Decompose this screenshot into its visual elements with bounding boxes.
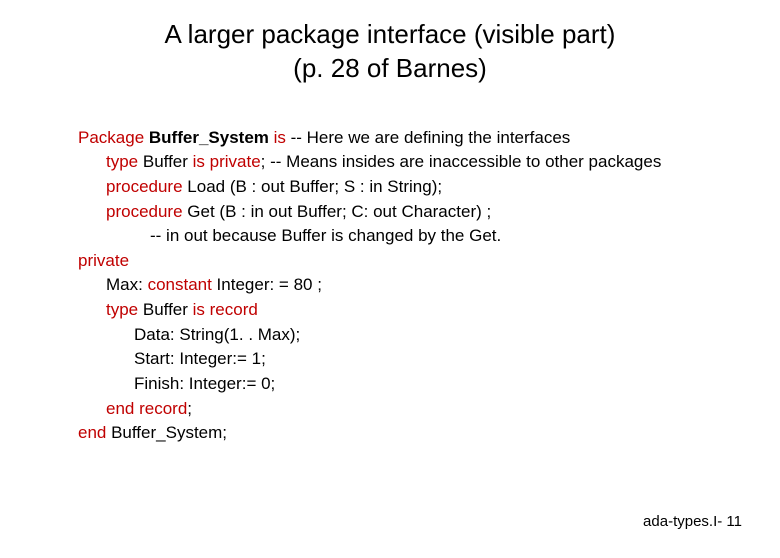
code-line-11: Finish: Integer:= 0; <box>78 372 720 397</box>
code-line-3: procedure Load (B : out Buffer; S : in S… <box>78 175 720 200</box>
code-line-10: Start: Integer:= 1; <box>78 347 720 372</box>
code-line-2: type Buffer is private; -- Means insides… <box>78 150 720 175</box>
keyword-procedure: procedure <box>106 177 183 196</box>
text: Start: Integer:= 1; <box>134 349 266 368</box>
keyword-procedure: procedure <box>106 202 183 221</box>
text: Get (B : in out Buffer; C: out Character… <box>183 202 492 221</box>
code-line-6: private <box>78 249 720 274</box>
code-block: Package Buffer_System is -- Here we are … <box>78 126 720 446</box>
comment-1: -- Here we are defining the interfaces <box>286 128 570 147</box>
code-line-7: Max: constant Integer: = 80 ; <box>78 273 720 298</box>
code-line-8: type Buffer is record <box>78 298 720 323</box>
code-line-4: procedure Get (B : in out Buffer; C: out… <box>78 200 720 225</box>
comment-3: -- in out because Buffer is changed by t… <box>150 226 501 245</box>
keyword-package: Package <box>78 128 144 147</box>
code-line-13: end Buffer_System; <box>78 421 720 446</box>
keyword-constant: constant <box>148 275 212 294</box>
text: ; <box>187 399 192 418</box>
text: Buffer <box>138 152 193 171</box>
comment-2: ; -- Means insides are inaccessible to o… <box>261 152 662 171</box>
code-line-12: end record; <box>78 397 720 422</box>
code-line-1: Package Buffer_System is -- Here we are … <box>78 126 720 151</box>
keyword-is-private: is private <box>193 152 261 171</box>
text: Integer: = 80 ; <box>212 275 322 294</box>
text: Finish: Integer:= 0; <box>134 374 275 393</box>
slide-title: A larger package interface (visible part… <box>0 18 780 86</box>
title-line-2: (p. 28 of Barnes) <box>0 52 780 86</box>
code-line-5: -- in out because Buffer is changed by t… <box>78 224 720 249</box>
keyword-type: type <box>106 152 138 171</box>
keyword-is-record: is record <box>193 300 258 319</box>
text: Load (B : out Buffer; S : in String); <box>183 177 443 196</box>
identifier-buffer-system: Buffer_System <box>144 128 273 147</box>
title-line-1: A larger package interface (visible part… <box>0 18 780 52</box>
keyword-end-record: end record <box>106 399 187 418</box>
code-line-9: Data: String(1. . Max); <box>78 323 720 348</box>
text: Buffer <box>138 300 193 319</box>
keyword-type: type <box>106 300 138 319</box>
keyword-is: is <box>274 128 286 147</box>
slide-footer: ada-types.I- 11 <box>643 513 742 530</box>
text: Buffer_System; <box>106 423 227 442</box>
keyword-end: end <box>78 423 106 442</box>
text: Max: <box>106 275 148 294</box>
keyword-private: private <box>78 251 129 270</box>
text: Data: String(1. . Max); <box>134 325 300 344</box>
